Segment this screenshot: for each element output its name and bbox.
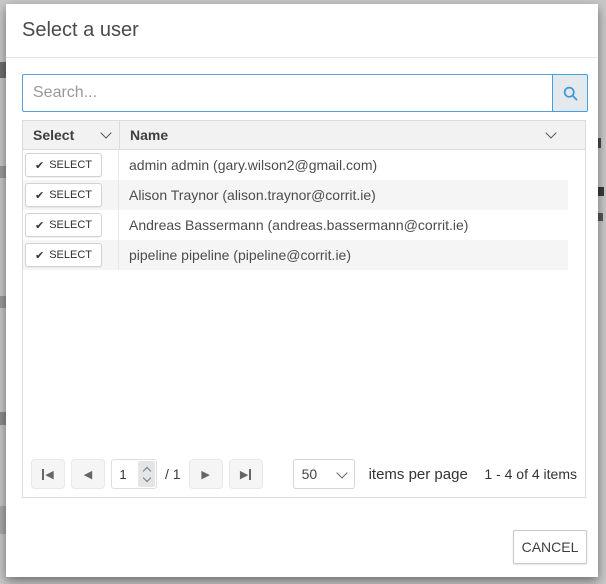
check-icon: ✔ (35, 220, 44, 231)
chevron-down-icon[interactable] (545, 127, 556, 138)
page-number-stepper[interactable] (138, 461, 155, 487)
cancel-button[interactable]: CANCEL (513, 530, 587, 564)
select-user-button[interactable]: ✔ SELECT (25, 243, 102, 267)
last-page-button[interactable]: ▶ (229, 459, 263, 489)
previous-page-button[interactable]: ◀ (71, 459, 105, 489)
select-user-button[interactable]: ✔ SELECT (25, 153, 102, 177)
page-size-select[interactable]: 50 (293, 459, 355, 489)
column-label: Name (130, 127, 168, 143)
select-cell: ✔ SELECT (23, 210, 119, 240)
dialog-body: Select Name ✔ SELECT admin admin (gary.w… (6, 58, 598, 498)
pagination-bar: ◀ ◀ / 1 ▶ (23, 451, 585, 497)
chevron-down-icon[interactable] (100, 127, 111, 138)
background-page-fragment (598, 138, 601, 148)
screen: Select a user (0, 0, 606, 584)
select-button-label: SELECT (49, 219, 92, 231)
check-icon: ✔ (35, 250, 44, 261)
first-page-icon (42, 469, 44, 480)
dialog-header: Select a user (6, 4, 598, 58)
previous-page-icon: ◀ (84, 469, 92, 480)
select-user-dialog: Select a user (6, 4, 598, 577)
search-input[interactable] (22, 74, 552, 112)
search-bar (22, 74, 588, 112)
page-size-value: 50 (302, 466, 318, 482)
table-body: ✔ SELECT admin admin (gary.wilson2@gmail… (23, 150, 585, 451)
last-page-icon: ▶ (240, 469, 248, 480)
users-table: Select Name ✔ SELECT admin admin (gary.w… (22, 120, 586, 498)
user-name-cell: admin admin (gary.wilson2@gmail.com) (119, 157, 568, 173)
select-user-button[interactable]: ✔ SELECT (25, 183, 102, 207)
select-user-button[interactable]: ✔ SELECT (25, 213, 102, 237)
table-header: Select Name (23, 121, 585, 150)
select-button-label: SELECT (49, 189, 92, 201)
page-number-input[interactable] (112, 467, 134, 482)
select-cell: ✔ SELECT (23, 180, 119, 210)
page-title: Select a user (22, 19, 139, 42)
items-per-page-label: items per page (369, 466, 468, 483)
user-name-cell: Alison Traynor (alison.traynor@corrit.ie… (119, 187, 568, 203)
table-row: ✔ SELECT Alison Traynor (alison.traynor@… (23, 180, 568, 210)
user-name-cell: Andreas Bassermann (andreas.bassermann@c… (119, 217, 568, 233)
items-range-label: 1 - 4 of 4 items (484, 466, 579, 482)
check-icon: ✔ (35, 160, 44, 171)
select-button-label: SELECT (49, 159, 92, 171)
table-row: ✔ SELECT pipeline pipeline (pipeline@cor… (23, 240, 568, 270)
table-row: ✔ SELECT admin admin (gary.wilson2@gmail… (23, 150, 568, 180)
select-cell: ✔ SELECT (23, 240, 119, 270)
table-row: ✔ SELECT Andreas Bassermann (andreas.bas… (23, 210, 568, 240)
next-page-icon: ▶ (201, 469, 209, 480)
search-button[interactable] (552, 74, 588, 112)
page-number-box (111, 459, 157, 489)
next-page-button[interactable]: ▶ (189, 459, 223, 489)
first-page-button[interactable]: ◀ (31, 459, 65, 489)
column-header-name[interactable]: Name (120, 121, 585, 149)
total-pages-label: / 1 (165, 466, 181, 482)
column-label: Select (33, 127, 74, 143)
column-header-select[interactable]: Select (23, 121, 120, 149)
select-cell: ✔ SELECT (23, 150, 119, 180)
chevron-down-icon (142, 473, 150, 481)
user-name-cell: pipeline pipeline (pipeline@corrit.ie) (119, 247, 568, 263)
check-icon: ✔ (35, 190, 44, 201)
chevron-down-icon (336, 467, 347, 478)
search-icon (562, 85, 579, 102)
select-button-label: SELECT (49, 249, 92, 261)
